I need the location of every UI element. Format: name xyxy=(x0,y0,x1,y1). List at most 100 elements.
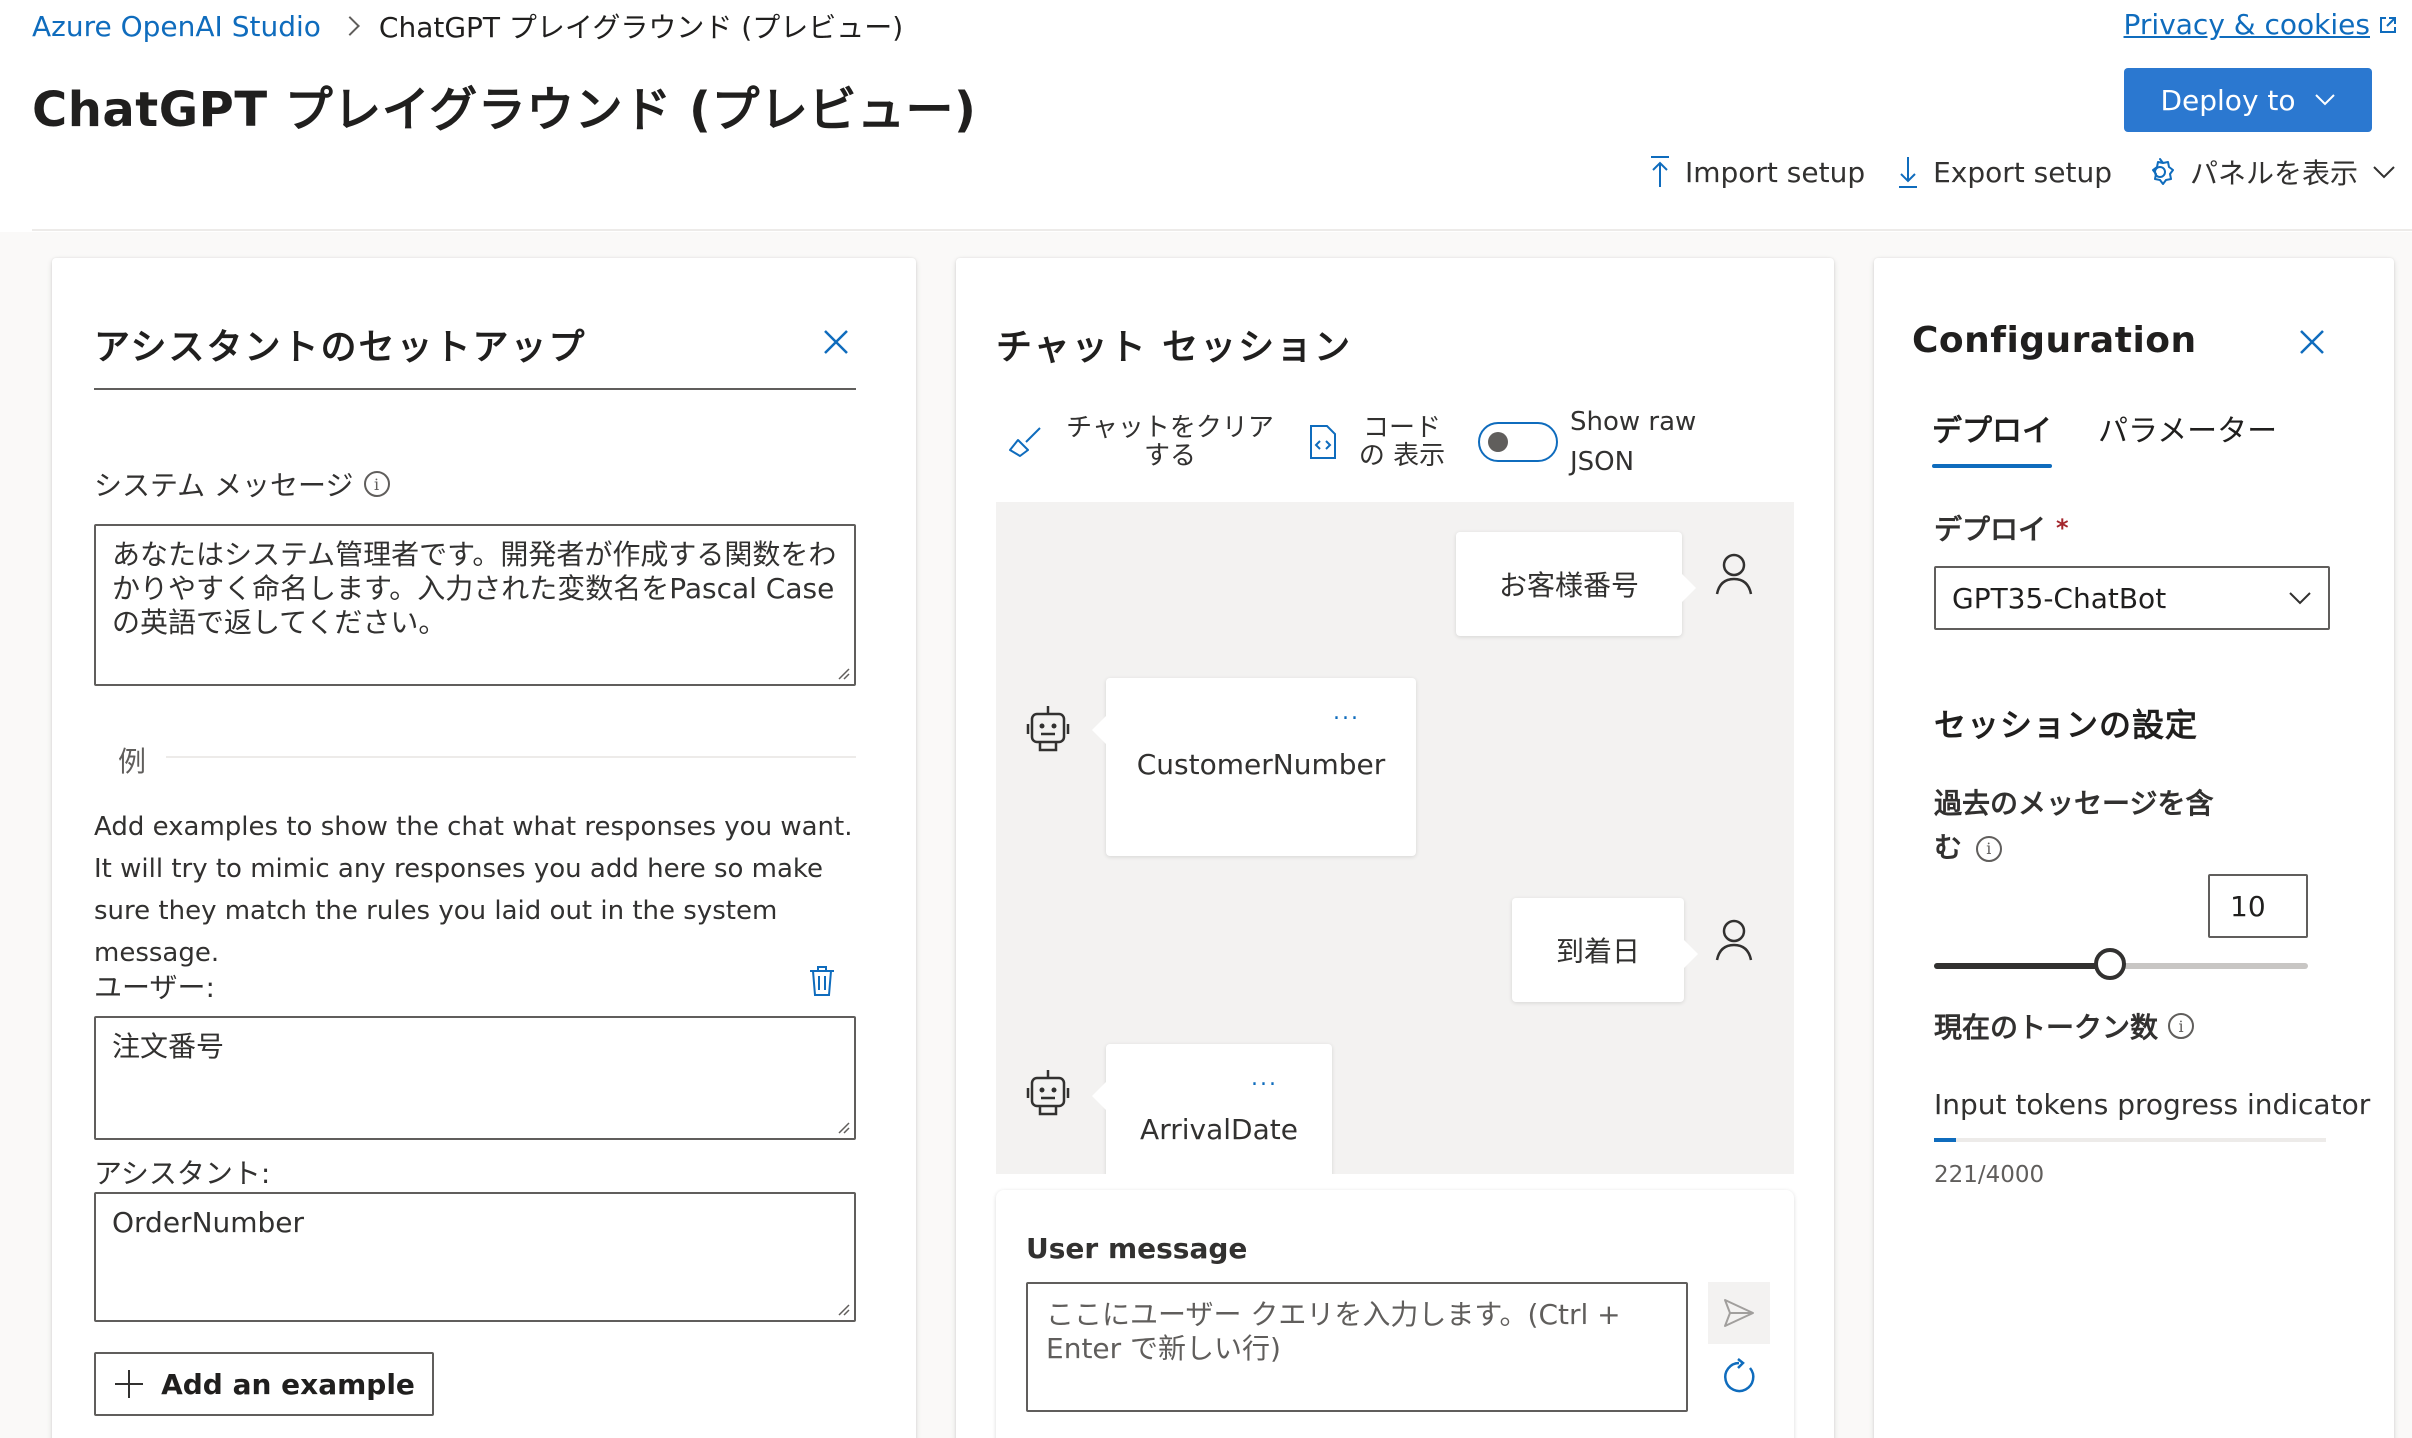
user-message-input[interactable]: ここにユーザー クエリを入力します。(Ctrl + Enter で新しい行) xyxy=(1026,1282,1688,1412)
broom-icon xyxy=(1009,427,1041,457)
bubble-tail xyxy=(1682,574,1696,602)
deployment-label: デプロイ * xyxy=(1934,508,2069,548)
upload-icon xyxy=(1650,156,1669,187)
chevron-right-icon xyxy=(340,16,360,36)
show-raw-json-toggle[interactable]: Show raw JSON xyxy=(1478,402,1700,482)
deploy-to-label: Deploy to xyxy=(2160,83,2296,117)
show-panels-button[interactable]: パネルを表示 xyxy=(2144,152,2396,192)
session-settings-title: セッションの設定 xyxy=(1934,706,2199,744)
token-count-label: 現在のトークン数 i xyxy=(1934,1006,2195,1046)
bubble-tail xyxy=(1684,940,1698,968)
assistant-example-textarea[interactable]: OrderNumber xyxy=(94,1192,856,1322)
add-example-label: Add an example xyxy=(161,1367,415,1401)
send-button[interactable] xyxy=(1708,1282,1770,1344)
configuration-title: Configuration xyxy=(1912,320,2197,361)
download-icon xyxy=(1899,157,1918,188)
resize-grip-icon[interactable] xyxy=(836,666,850,680)
message-text: お客様番号 xyxy=(1498,569,1639,602)
past-messages-input[interactable]: 10 xyxy=(2208,874,2308,938)
toggle-switch[interactable] xyxy=(1478,422,1558,462)
deployment-value: GPT35-ChatBot xyxy=(1952,581,2167,615)
chevron-down-icon xyxy=(2289,592,2311,605)
required-mark: * xyxy=(2056,514,2069,542)
assistant-setup-title: アシスタントのセットアップ xyxy=(94,327,587,368)
configuration-tabs: デプロイ パラメーター xyxy=(1932,406,2277,468)
add-example-button[interactable]: Add an example xyxy=(94,1352,434,1416)
info-icon[interactable]: i xyxy=(1975,836,2002,862)
chat-toolbar: チャットをクリア する コードの 表示 Show raw JSON xyxy=(1008,402,1700,482)
user-message-bubble: 到着日 xyxy=(1512,898,1698,1002)
tab-deploy[interactable]: デプロイ xyxy=(1932,406,2052,468)
chevron-down-icon xyxy=(2314,94,2335,106)
examples-help-text: Add examples to show the chat what respo… xyxy=(94,812,853,968)
page-title: ChatGPT プレイグラウンド (プレビュー) xyxy=(32,82,977,138)
system-message-value: あなたはシステム管理者です。開発者が作成する関数をわかりやすく命名します。入力さ… xyxy=(112,538,837,639)
message-text: 到着日 xyxy=(1555,935,1640,968)
assistant-message-bubble: ... CustomerNumber xyxy=(1092,678,1416,856)
user-avatar-icon xyxy=(1715,919,1753,961)
resize-grip-icon[interactable] xyxy=(836,1120,850,1134)
close-icon[interactable] xyxy=(2296,326,2328,358)
system-message-label: システム メッセージ i xyxy=(94,464,390,504)
privacy-link-label: Privacy & cookies xyxy=(2123,8,2370,41)
tab-parameters[interactable]: パラメーター xyxy=(2098,406,2277,468)
slider-thumb[interactable] xyxy=(2093,948,2126,980)
export-setup-button[interactable]: Export setup xyxy=(1897,155,2112,189)
clear-chat-button[interactable]: チャットをクリア する xyxy=(1008,414,1282,470)
bot-avatar-icon xyxy=(1026,706,1070,752)
external-link-icon xyxy=(2380,16,2396,33)
deploy-to-button[interactable]: Deploy to xyxy=(2124,68,2372,132)
user-message-placeholder: ここにユーザー クエリを入力します。(Ctrl + Enter で新しい行) xyxy=(1046,1298,1621,1365)
user-example-label: ユーザー: xyxy=(94,971,215,1004)
system-message-textarea[interactable]: あなたはシステム管理者です。開発者が作成する関数をわかりやすく命名します。入力さ… xyxy=(94,524,856,686)
clear-chat-label: チャットをクリア する xyxy=(1066,413,1274,471)
breadcrumb: Azure OpenAI Studio ChatGPT プレイグラウンド (プレ… xyxy=(32,6,903,46)
user-message-box: User message ここにユーザー クエリを入力します。(Ctrl + E… xyxy=(996,1190,1794,1438)
slider-fill xyxy=(1934,963,2110,969)
assistant-message-bubble: ... ArrivalDate xyxy=(1092,1044,1332,1174)
show-raw-json-label: Show raw JSON xyxy=(1570,407,1697,477)
plus-icon xyxy=(115,1370,144,1398)
more-options-icon[interactable]: ... xyxy=(1333,700,1360,725)
info-icon[interactable]: i xyxy=(363,471,390,497)
resize-grip-icon[interactable] xyxy=(836,1302,850,1316)
assistant-setup-panel: アシスタントのセットアップ システム メッセージ i あなたはシステム管理者です… xyxy=(52,258,916,1438)
chevron-down-icon xyxy=(2373,166,2395,179)
view-code-button[interactable]: コードの 表示 xyxy=(1308,414,1452,470)
system-message-label-text: システム メッセージ xyxy=(94,469,354,502)
import-setup-label: Import setup xyxy=(1684,155,1866,189)
user-example-value: 注文番号 xyxy=(112,1030,225,1063)
show-panels-label: パネルを表示 xyxy=(2189,157,2358,190)
assistant-example-value: OrderNumber xyxy=(112,1206,305,1239)
toolbar: Import setup Export setup パネルを表示 xyxy=(1649,152,2396,192)
deployment-select[interactable]: GPT35-ChatBot xyxy=(1934,566,2330,630)
assistant-example-label: アシスタント: xyxy=(94,1157,271,1190)
code-file-icon xyxy=(1310,425,1336,459)
chat-messages-area[interactable]: お客様番号 ... CustomerNumber 到着日 ... Arrival… xyxy=(996,502,1794,1174)
configuration-panel: Configuration デプロイ パラメーター デプロイ * GPT35-C… xyxy=(1874,258,2394,1438)
send-icon xyxy=(1724,1299,1754,1327)
chat-session-panel: チャット セッション チャットをクリア する コードの 表示 Show raw … xyxy=(956,258,1834,1438)
user-message-bubble: お客様番号 xyxy=(1456,532,1696,636)
user-example-textarea[interactable]: 注文番号 xyxy=(94,1016,856,1140)
refresh-icon[interactable] xyxy=(1720,1358,1758,1396)
user-message-label: User message xyxy=(1026,1232,1248,1265)
close-icon[interactable] xyxy=(820,326,852,358)
trash-icon[interactable] xyxy=(808,964,836,998)
examples-divider xyxy=(166,756,856,758)
past-messages-slider[interactable] xyxy=(1934,948,2308,980)
more-options-icon[interactable]: ... xyxy=(1251,1066,1278,1091)
privacy-cookies-link[interactable]: Privacy & cookies xyxy=(2124,8,2398,41)
deployment-label-text: デプロイ xyxy=(1934,513,2047,546)
export-setup-label: Export setup xyxy=(1933,155,2112,189)
token-usage-text: 221/4000 xyxy=(1934,1162,2045,1188)
chat-session-title: チャット セッション xyxy=(996,327,1353,368)
input-tokens-label: Input tokens progress indicator xyxy=(1934,1088,2371,1121)
info-icon[interactable]: i xyxy=(2168,1013,2195,1039)
header-divider xyxy=(32,229,2412,231)
gear-icon xyxy=(2151,158,2174,185)
token-count-label-text: 現在のトークン数 xyxy=(1934,1011,2159,1044)
token-progress-bar xyxy=(1934,1138,2326,1142)
import-setup-button[interactable]: Import setup xyxy=(1649,155,1865,189)
breadcrumb-root-link[interactable]: Azure OpenAI Studio xyxy=(32,10,321,43)
